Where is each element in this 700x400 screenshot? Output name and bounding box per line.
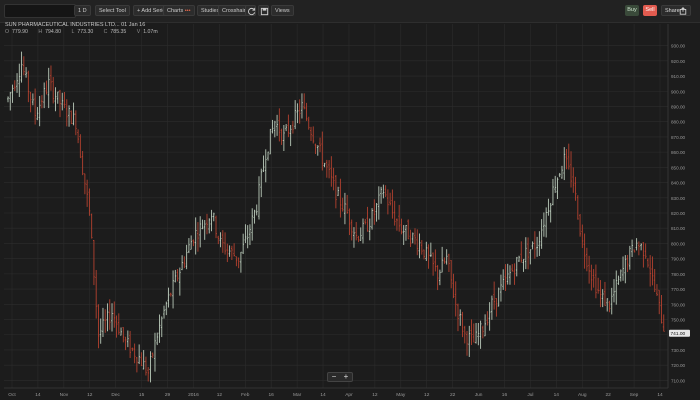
zoom-in-button[interactable]: +: [340, 373, 352, 381]
chart-type-icon: •••: [184, 8, 191, 14]
x-tick-label: 22: [605, 392, 611, 398]
y-tick-label: 730.00: [671, 348, 685, 353]
x-tick-label: Aug: [578, 392, 587, 398]
refresh-icon: [248, 7, 256, 16]
x-tick-label: Apr: [345, 392, 353, 398]
x-tick-label: 22: [450, 392, 456, 398]
share-icon: [679, 7, 687, 15]
x-tick-label: Dec: [111, 392, 120, 398]
close-key: C: [103, 29, 108, 35]
y-tick-label: 750.00: [671, 318, 685, 323]
y-tick-label: 910.00: [671, 74, 685, 79]
x-tick-label: 14: [35, 392, 41, 398]
low-value: 773.30: [77, 29, 94, 35]
x-tick-label: 12: [87, 392, 93, 398]
y-tick-label: 810.00: [671, 226, 685, 231]
save-icon: [260, 7, 269, 16]
open-key: O: [5, 29, 10, 35]
y-tick-label: 760.00: [671, 302, 685, 307]
y-tick-label: 780.00: [671, 272, 685, 277]
x-tick-label: Mar: [293, 392, 302, 398]
chart-toolbar: 1 D Select Tool + Add Series Charts ••• …: [0, 0, 700, 23]
chart-app: 930.00 920.00 910.00 900.00 890.00 880.00 870.…: [0, 0, 700, 400]
refresh-button[interactable]: [245, 5, 256, 16]
open-value: 779.90: [12, 29, 28, 35]
price-chart[interactable]: 930.00 920.00 910.00 900.00 890.00 880.00 870.…: [0, 0, 700, 400]
y-tick-label: 820.00: [671, 211, 685, 216]
y-tick-label: 920.00: [671, 59, 685, 64]
x-tick-label: 16: [269, 392, 275, 398]
y-tick-label: 800.00: [671, 241, 685, 246]
x-tick-label: Jun: [475, 392, 483, 398]
x-tick-label: Sep: [630, 392, 639, 398]
zoom-out-button[interactable]: −: [328, 373, 340, 381]
x-tick-label: 2016: [188, 392, 199, 398]
x-tick-label: Jul: [527, 392, 533, 398]
y-tick-label: 860.00: [671, 150, 685, 155]
sell-button[interactable]: Sell: [643, 5, 657, 16]
x-tick-label: 14: [657, 392, 663, 398]
y-tick-label: 930.00: [671, 44, 685, 49]
x-tick-label: 12: [424, 392, 430, 398]
buy-button[interactable]: Buy: [625, 5, 639, 16]
views-button[interactable]: Views: [271, 5, 294, 16]
high-key: H: [38, 29, 43, 35]
x-tick-label: 12: [217, 392, 223, 398]
x-tick-label: 12: [372, 392, 378, 398]
share-button[interactable]: Share: [661, 5, 691, 16]
symbol-search-input[interactable]: [4, 4, 76, 18]
x-tick-label: 14: [320, 392, 326, 398]
y-tick-label: 770.00: [671, 287, 685, 292]
y-tick-label: 840.00: [671, 181, 685, 186]
y-tick-label: 870.00: [671, 135, 685, 140]
y-tick-label: 850.00: [671, 165, 685, 170]
close-value: 785.35: [110, 29, 127, 35]
x-tick-label: May: [396, 392, 406, 398]
x-tick-label: 15: [139, 392, 145, 398]
y-tick-label: 830.00: [671, 196, 685, 201]
x-tick-label: Oct: [8, 392, 16, 398]
y-tick-label: 720.00: [671, 363, 685, 368]
charts-label: Charts: [167, 8, 184, 14]
last-price-label: 741.00: [671, 331, 686, 337]
x-tick-label: 14: [554, 392, 560, 398]
x-tick-label: 29: [165, 392, 171, 398]
save-button[interactable]: [258, 5, 269, 16]
interval-selector[interactable]: 1 D: [74, 5, 91, 16]
y-tick-label: 790.00: [671, 257, 685, 262]
charts-button[interactable]: Charts •••: [163, 5, 195, 16]
ohlc-readout: O 779.90 H 794.80 L 773.30 C 785.35 V 1.07m: [5, 29, 167, 35]
y-tick-label: 890.00: [671, 104, 685, 109]
x-tick-label: Nov: [60, 392, 69, 398]
low-key: L: [71, 29, 75, 35]
share-label: Share: [665, 8, 680, 14]
y-tick-label: 880.00: [671, 120, 685, 125]
select-tool-button[interactable]: Select Tool: [95, 5, 130, 16]
x-tick-label: 16: [502, 392, 508, 398]
y-tick-label: 900.00: [671, 89, 685, 94]
volume-key: V: [136, 29, 141, 35]
zoom-control: − +: [327, 372, 353, 382]
x-tick-label: Feb: [241, 392, 250, 398]
y-tick-label: 710.00: [671, 378, 685, 383]
high-value: 794.80: [45, 29, 61, 35]
instrument-title: SUN PHARMACEUTICAL INDUSTRIES LTD... 01 …: [5, 22, 146, 28]
volume-value: 1.07m: [143, 29, 158, 35]
